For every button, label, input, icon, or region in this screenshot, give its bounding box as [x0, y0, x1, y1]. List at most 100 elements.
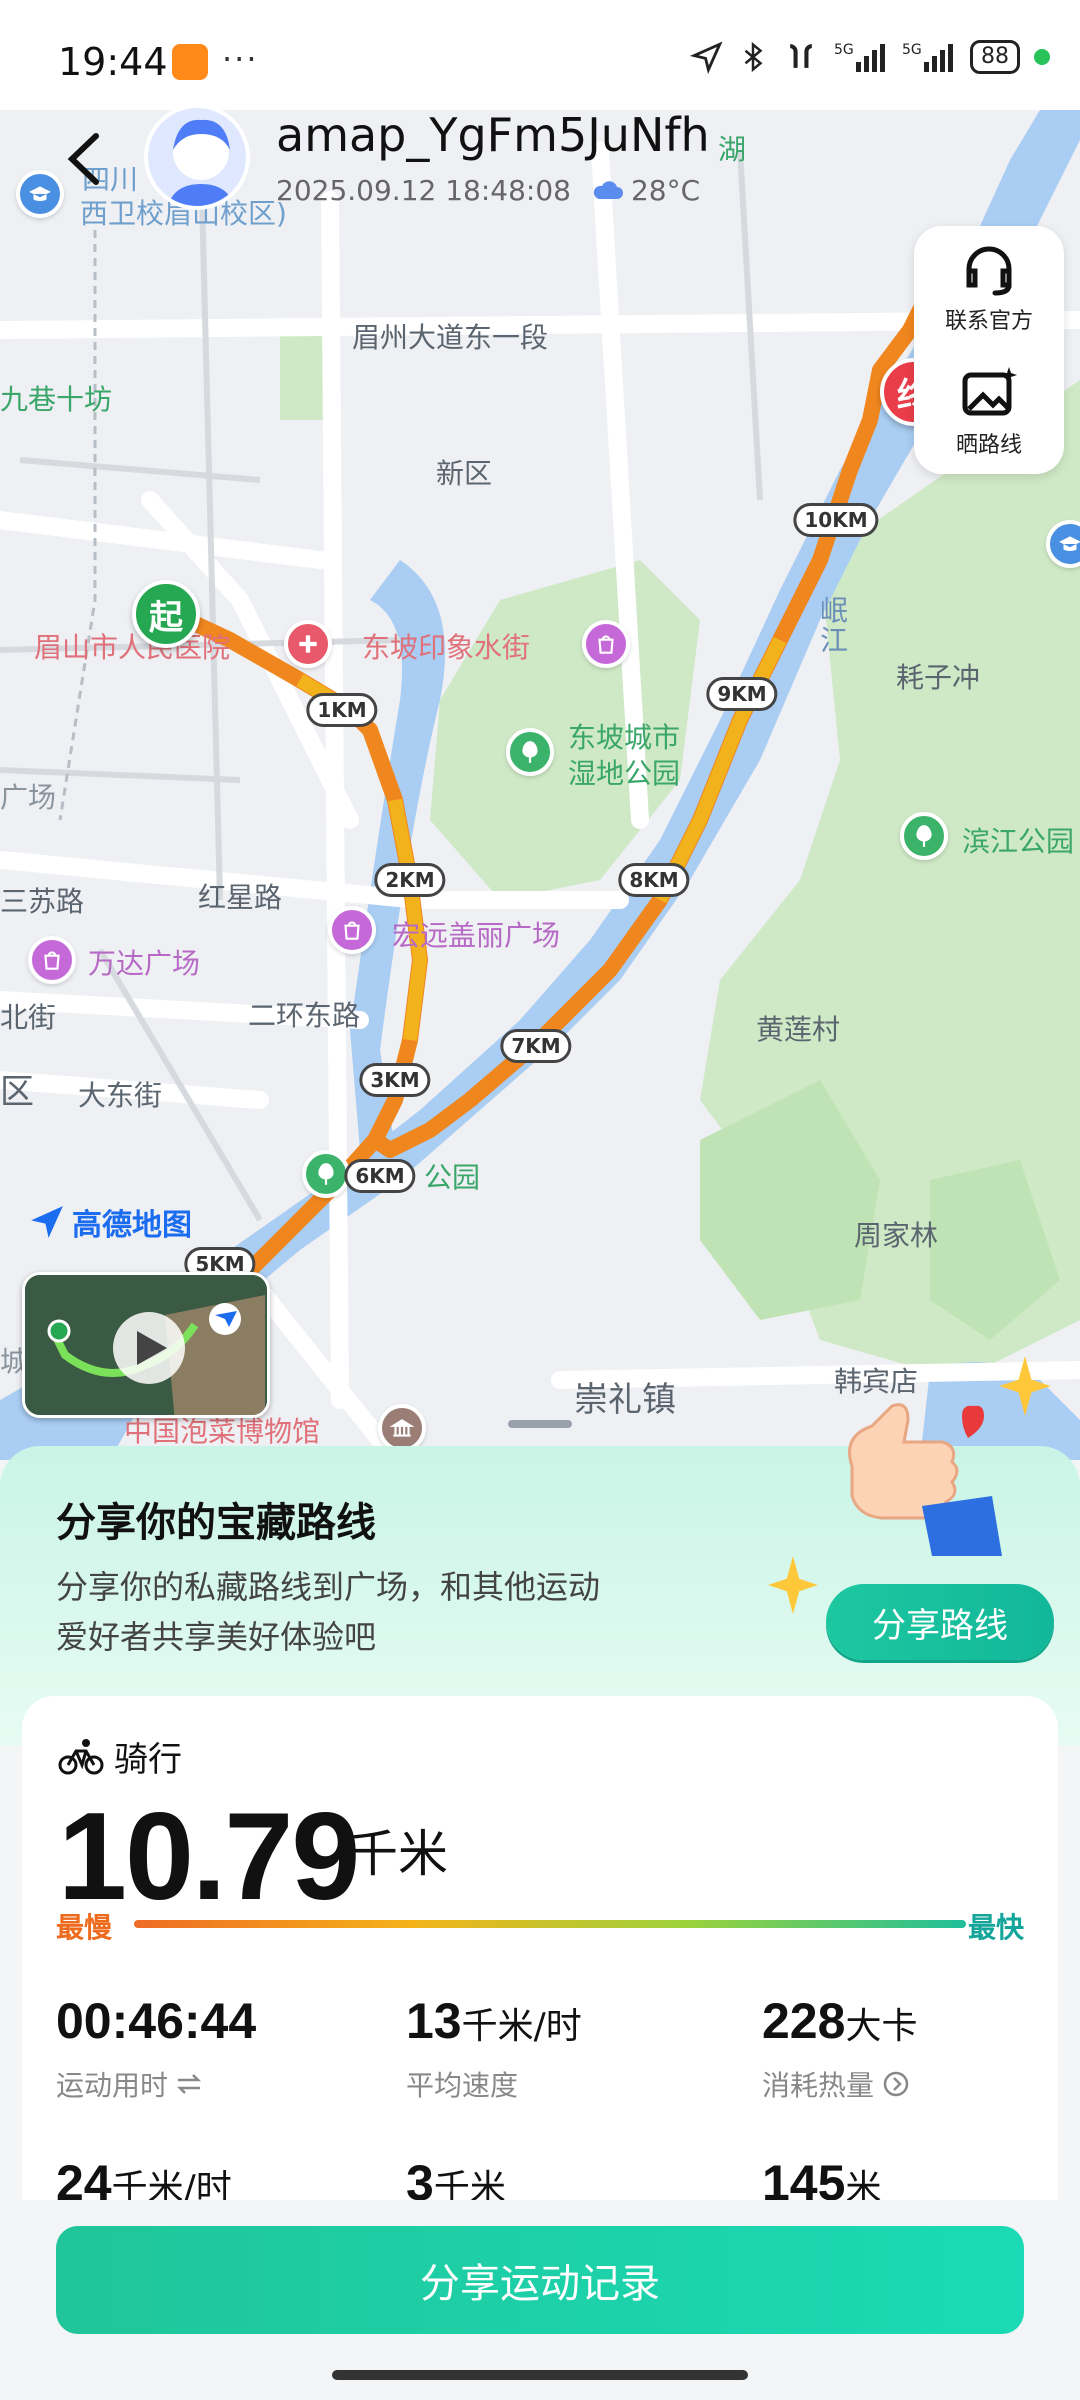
map-label-xinqu: 新区 — [436, 457, 493, 490]
map-label-qu: 区 — [0, 1072, 34, 1112]
share-desc-line-1: 分享你的私藏路线到广场，和其他运动 — [56, 1568, 601, 1606]
battery-indicator: 88 — [970, 40, 1020, 74]
map-label-wetland: 湿地公园 — [568, 757, 681, 790]
post-route-button[interactable]: 晒路线 — [914, 350, 1064, 474]
map-label-beijie: 北街 — [0, 1001, 57, 1034]
shopping-bag-icon[interactable] — [582, 620, 630, 668]
home-indicator[interactable] — [332, 2370, 748, 2380]
amap-logo: 高德地图 — [28, 1200, 192, 1244]
stat-value: 13 — [406, 1993, 462, 2049]
map-label-sansu: 三苏路 — [0, 885, 85, 918]
share-desc-line-2: 爱好者共享美好体验吧 — [56, 1618, 377, 1656]
status-bar: 19:44 ··· 5G 5G 88 — [0, 0, 1080, 110]
stat-label[interactable]: 运动用时 — [56, 2064, 256, 2104]
park-icon[interactable] — [506, 728, 554, 776]
signal-5g-icon: 5G — [834, 42, 885, 72]
map-label-hospital: 眉山市人民医院 — [34, 631, 231, 664]
record-datetime: 2025.09.12 18:48:08 28°C — [276, 174, 700, 207]
hospital-icon[interactable] — [284, 620, 332, 668]
chevron-left-icon — [67, 133, 99, 185]
stats-card: 骑行 10.79 千米 最慢 最快 00:46:44 运动用时 13千米/时 平… — [22, 1696, 1058, 2236]
share-record-button[interactable]: 分享运动记录 — [56, 2226, 1024, 2334]
stat-value: 00:46:44 — [56, 1993, 257, 2049]
share-route-title: 分享你的宝藏路线 — [56, 1500, 376, 1546]
park-icon[interactable] — [900, 812, 948, 860]
status-icons: 5G 5G 88 — [690, 40, 1050, 74]
more-notifications-icon: ··· — [222, 40, 259, 78]
svg-text:5G: 5G — [902, 42, 922, 58]
slowest-label: 最慢 — [56, 1911, 113, 1944]
km-marker: 3KM — [359, 1063, 431, 1097]
signal-5g-icon: 5G — [902, 42, 953, 72]
map-label-dongpo-street: 东坡印象水街 — [362, 631, 531, 664]
drag-handle[interactable] — [508, 1420, 572, 1428]
side-button-group: 联系官方 晒路线 — [914, 226, 1064, 474]
shopping-bag-icon[interactable] — [328, 906, 376, 954]
map-label-dadong: 大东街 — [78, 1079, 163, 1112]
sparkle-icon — [999, 1356, 1051, 1416]
weather: 28°C — [591, 174, 700, 207]
amap-logo-text: 高德地图 — [72, 1208, 192, 1243]
map-label-lake: 湖 — [718, 133, 747, 166]
start-marker[interactable]: 起 — [132, 580, 200, 648]
stat-label: 平均速度 — [406, 2069, 519, 2102]
username: amap_YgFm5JuNfh — [276, 108, 710, 162]
sparkle-icon — [768, 1556, 818, 1614]
avatar[interactable] — [144, 104, 250, 210]
location-icon — [690, 41, 723, 74]
notification-app-icon — [172, 44, 208, 80]
headset-icon — [966, 246, 1012, 296]
stat-label-text: 消耗热量 — [762, 2069, 875, 2102]
map-label-park: 公园 — [424, 1161, 481, 1194]
share-route-button[interactable]: 分享路线 — [826, 1584, 1054, 1660]
amap-logo-icon — [31, 1206, 63, 1238]
stat-unit: 千米/时 — [461, 2006, 582, 2047]
km-marker: 7KM — [500, 1029, 572, 1063]
km-marker: 1KM — [306, 693, 378, 727]
bicycle-icon — [58, 1738, 104, 1774]
distance-unit: 千米 — [348, 1825, 448, 1883]
svg-text:5G: 5G — [834, 42, 854, 58]
map-label-wanda: 万达广场 — [88, 947, 201, 980]
earbuds-icon — [789, 44, 813, 68]
km-marker: 6KM — [344, 1159, 416, 1193]
cloud-icon — [593, 180, 623, 199]
stat-unit: 大卡 — [845, 2006, 918, 2047]
museum-icon[interactable] — [378, 1404, 426, 1452]
map-label-road: 眉州大道东一段 — [352, 321, 549, 354]
map-label-erhuan: 二环东路 — [248, 999, 361, 1032]
chevron-right-circle-icon — [883, 2071, 909, 2097]
park-icon[interactable] — [302, 1150, 350, 1198]
post-route-label: 晒路线 — [955, 433, 1022, 458]
status-time: 19:44 — [58, 40, 168, 84]
record-datetime-text: 2025.09.12 18:48:08 — [276, 174, 571, 207]
map-label-hongxing: 红星路 — [198, 881, 283, 914]
weather-temp: 28°C — [630, 174, 701, 207]
stat-label[interactable]: 消耗热量 — [762, 2064, 917, 2104]
thumbs-up-icon — [848, 1403, 1002, 1556]
activity-type: 骑行 — [58, 1732, 182, 1781]
map-label-haozichong: 耗子冲 — [896, 661, 981, 694]
stat-avg-speed: 13千米/时 平均速度 — [406, 1992, 582, 2104]
contact-official-label: 联系官方 — [944, 309, 1033, 334]
map-label-dongpo-city: 东坡城市 — [568, 721, 681, 754]
map-label-hongyuan: 宏远盖丽广场 — [392, 919, 561, 952]
speed-gradient-bar — [134, 1920, 966, 1928]
video-preview — [25, 1275, 267, 1415]
contact-official-button[interactable]: 联系官方 — [914, 226, 1064, 350]
km-marker: 8KM — [618, 863, 690, 897]
route-video-thumbnail[interactable] — [22, 1272, 270, 1418]
fastest-label: 最快 — [967, 1911, 1024, 1944]
activity-label: 骑行 — [114, 1740, 182, 1780]
swap-icon — [176, 2074, 202, 2094]
stat-calories: 228大卡 消耗热量 — [762, 1992, 917, 2104]
back-button[interactable] — [56, 124, 116, 194]
privacy-dot — [1034, 49, 1050, 65]
map-label-guangchang: 广场 — [0, 781, 57, 814]
stat-duration: 00:46:44 运动用时 — [56, 1992, 256, 2104]
shopping-bag-icon[interactable] — [28, 936, 76, 984]
stat-value: 228 — [762, 1993, 846, 2049]
map-label-huanglian: 黄莲村 — [756, 1013, 841, 1046]
map-label-jiuxiang: 九巷十坊 — [0, 383, 113, 416]
map-label-chonglizhen: 崇礼镇 — [574, 1380, 676, 1420]
